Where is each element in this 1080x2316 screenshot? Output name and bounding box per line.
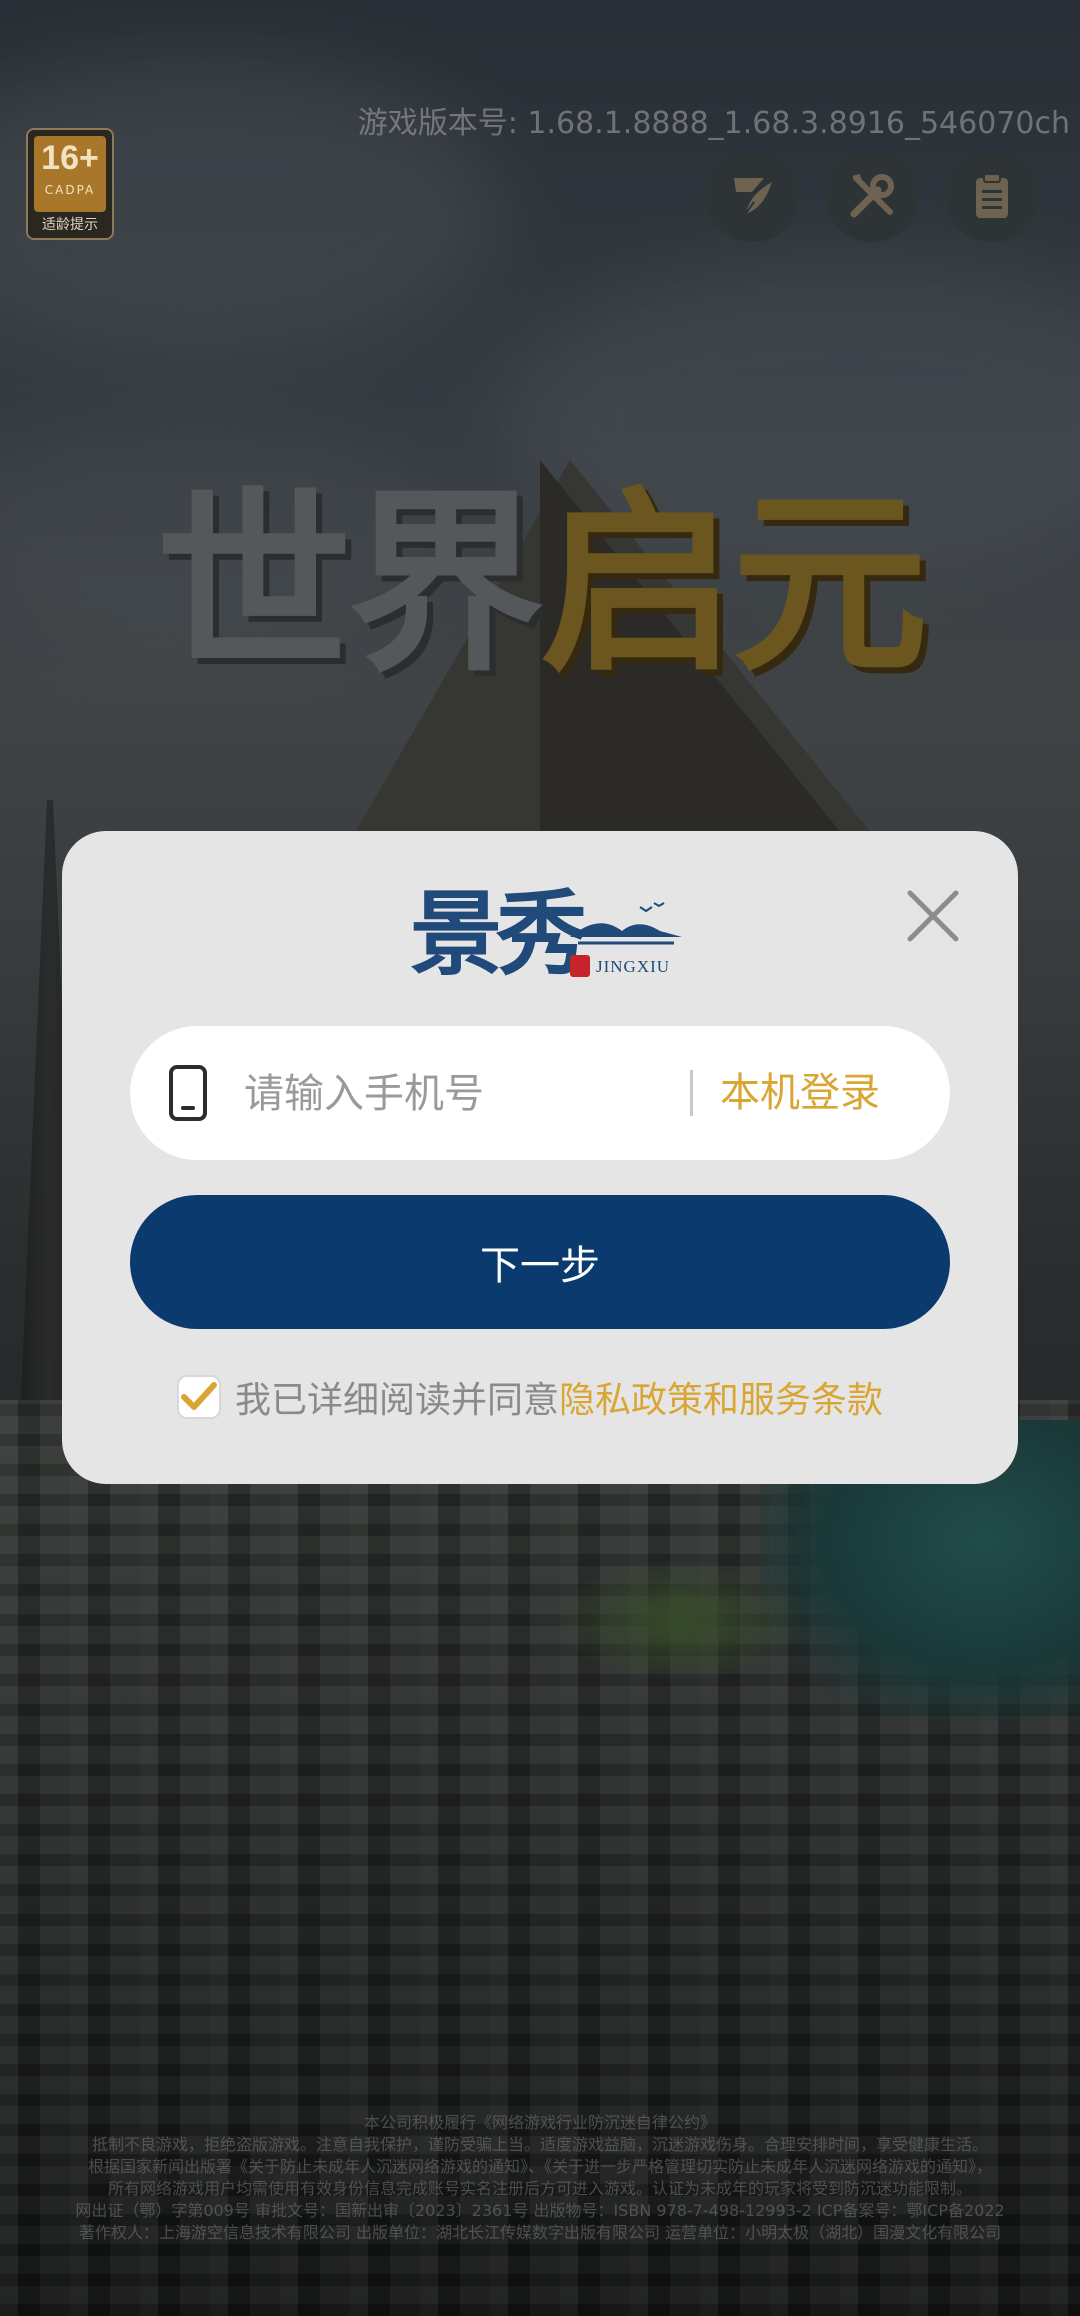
age-rating-tip: 适龄提示 — [42, 217, 98, 233]
notice-button[interactable] — [946, 150, 1038, 242]
tools-icon — [850, 174, 894, 218]
footer-line: 著作权人：上海游空信息技术有限公司 出版单位：湖北长江传媒数字出版有限公司 运营… — [78, 2223, 1002, 2242]
input-divider — [690, 1070, 693, 1116]
brand-logo-text: 景秀 — [410, 881, 588, 988]
repair-button[interactable] — [826, 150, 918, 242]
age-rating-badge[interactable]: 16+ CADPA 适龄提示 — [26, 128, 114, 240]
quill-icon — [734, 178, 772, 217]
agreement-row: 我已详细阅读并同意 隐私政策和服务条款 — [177, 1367, 883, 1427]
notice-icon — [976, 173, 1008, 218]
phone-input-row: 本机登录 — [130, 1026, 950, 1160]
game-title-part2: 启元 — [540, 471, 928, 699]
footer-line: 抵制不良游戏，拒绝盗版游戏。注意自我保护，谨防受骗上当。适度游戏益脑，沉迷游戏伤… — [91, 2135, 988, 2154]
next-step-button[interactable]: 下一步 — [130, 1195, 950, 1329]
agreement-checkbox[interactable] — [177, 1375, 221, 1419]
legal-footer: 本公司积极履行《网络游戏行业防沉迷自律公约》 抵制不良游戏，拒绝盗版游戏。注意自… — [0, 2112, 1080, 2244]
age-rating-org: CADPA — [44, 183, 96, 197]
mountain-icon — [570, 902, 682, 945]
footer-line: 网出证（鄂）字第009号 审批文号：国新出审〔2023〕2361号 出版物号：I… — [75, 2201, 1005, 2220]
game-title-part1: 世界 — [155, 471, 544, 699]
agreement-text: 我已详细阅读并同意 — [235, 1380, 560, 1421]
game-title-logo: 世界启元 — [0, 470, 1080, 700]
footer-line: 所有网络游戏用户均需使用有效身份信息完成账号实名注册后方可进入游戏。认证为未成年… — [107, 2179, 972, 2198]
footer-line: 根据国家新闻出版署《关于防止未成年人沉迷网络游戏的通知》、《关于进一步严格管理切… — [87, 2157, 992, 2176]
age-rating-number: 16+ — [41, 139, 99, 177]
phone-number-input[interactable] — [242, 1056, 676, 1132]
footer-line: 本公司积极履行《网络游戏行业防沉迷自律公约》 — [363, 2113, 716, 2132]
close-icon[interactable] — [906, 889, 960, 943]
local-login-link[interactable]: 本机登录 — [720, 1062, 880, 1124]
brand-logo-sub: JINGXIU — [596, 957, 671, 976]
phone-icon — [169, 1065, 207, 1121]
privacy-terms-link[interactable]: 隐私政策和服务条款 — [559, 1371, 883, 1423]
login-dialog: 景秀 JINGXIU 本机登录 下一步 我已详细阅读并同意隐私政策和服务条款 — [62, 831, 1018, 1484]
seal-icon — [570, 955, 590, 977]
brand-logo: 景秀 JINGXIU — [410, 881, 682, 988]
announcement-button[interactable] — [706, 150, 798, 242]
game-version: 游戏版本号: 1.68.1.8888_1.68.3.8916_546070ch — [357, 106, 1070, 141]
checkmark-icon — [181, 1382, 217, 1410]
